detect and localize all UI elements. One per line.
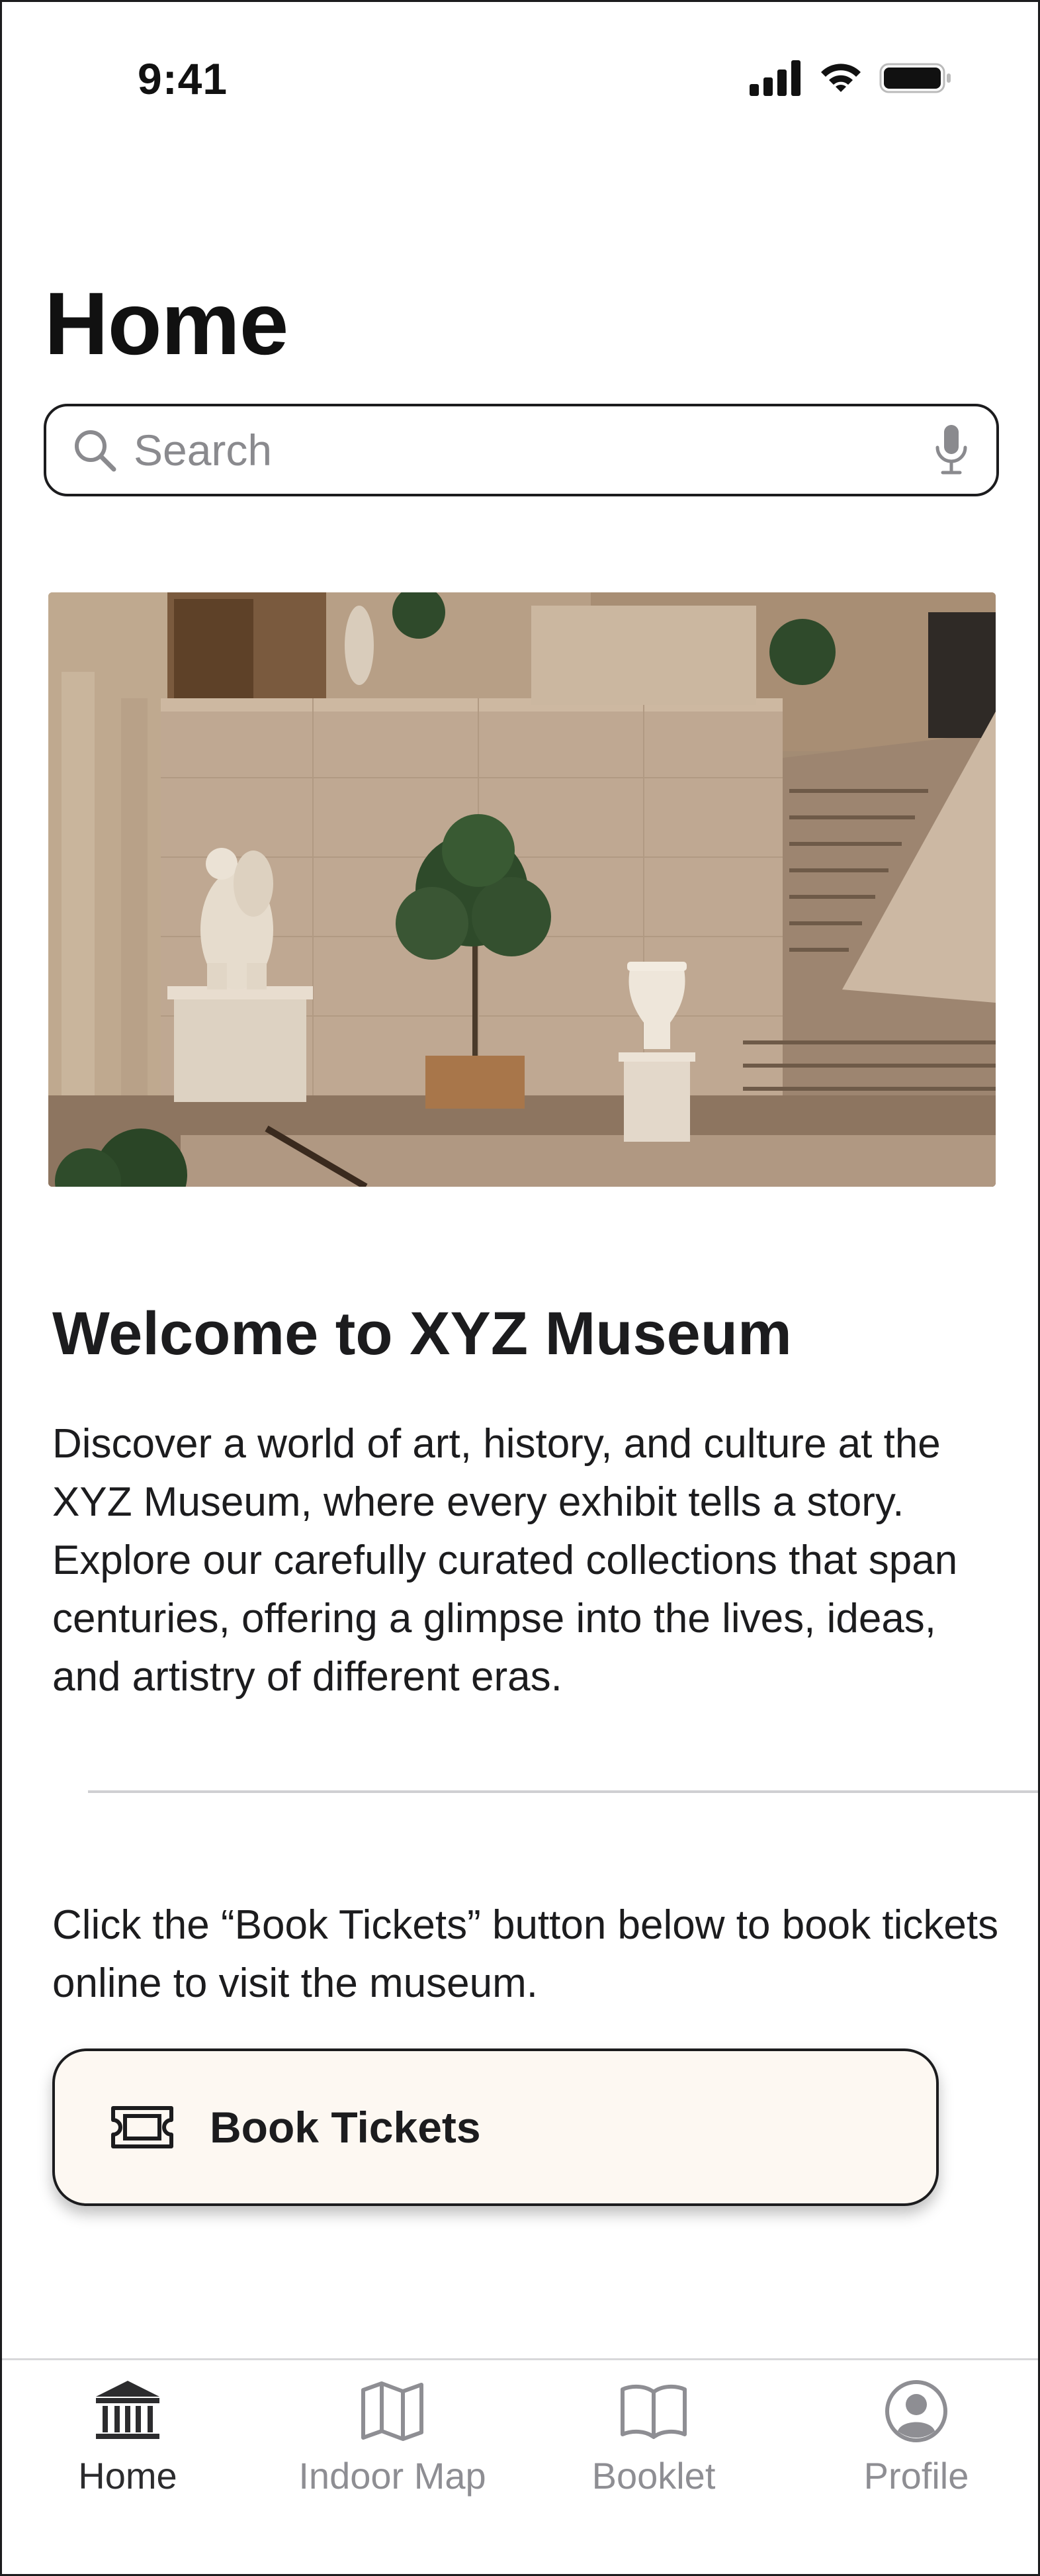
page-title: Home — [44, 275, 288, 373]
section-divider — [88, 1790, 1038, 1793]
welcome-description: Discover a world of art, history, and cu… — [52, 1421, 958, 1700]
booking-instructions: Click the “Book Tickets” button below to… — [52, 1902, 999, 2006]
book-tickets-button[interactable]: Book Tickets — [52, 2048, 939, 2206]
museum-icon — [91, 2375, 164, 2448]
tab-bar: Home Indoor Map Booklet Profile — [2, 2358, 1038, 2574]
home-screen: 9:41 Home Search Welcome to XYZ Museum D… — [0, 0, 1040, 2576]
profile-icon — [880, 2375, 953, 2448]
status-bar: 9:41 — [2, 2, 1038, 154]
tab-profile-label: Profile — [863, 2455, 969, 2497]
wifi-icon — [817, 60, 865, 99]
cellular-signal-icon — [750, 60, 802, 99]
book-icon — [617, 2375, 690, 2448]
tab-profile[interactable]: Profile — [817, 2360, 1016, 2532]
microphone-icon[interactable] — [932, 424, 971, 477]
tab-booklet-label: Booklet — [591, 2455, 716, 2497]
tab-indoor-map[interactable]: Indoor Map — [293, 2360, 492, 2532]
welcome-title: Welcome to XYZ Museum — [52, 1300, 792, 1367]
search-bar[interactable] — [44, 404, 999, 496]
ticket-icon — [109, 2104, 175, 2150]
book-tickets-label: Book Tickets — [210, 2103, 481, 2152]
tab-indoor-map-label: Indoor Map — [298, 2455, 486, 2497]
search-input[interactable] — [132, 416, 932, 484]
battery-icon — [879, 60, 953, 99]
tab-booklet[interactable]: Booklet — [554, 2360, 753, 2532]
status-icons — [750, 60, 953, 99]
search-icon — [71, 427, 118, 473]
map-icon — [356, 2375, 429, 2448]
status-time: 9:41 — [138, 54, 228, 103]
tab-home-label: Home — [78, 2455, 177, 2497]
hero-image — [48, 592, 996, 1187]
tab-home[interactable]: Home — [28, 2360, 227, 2532]
